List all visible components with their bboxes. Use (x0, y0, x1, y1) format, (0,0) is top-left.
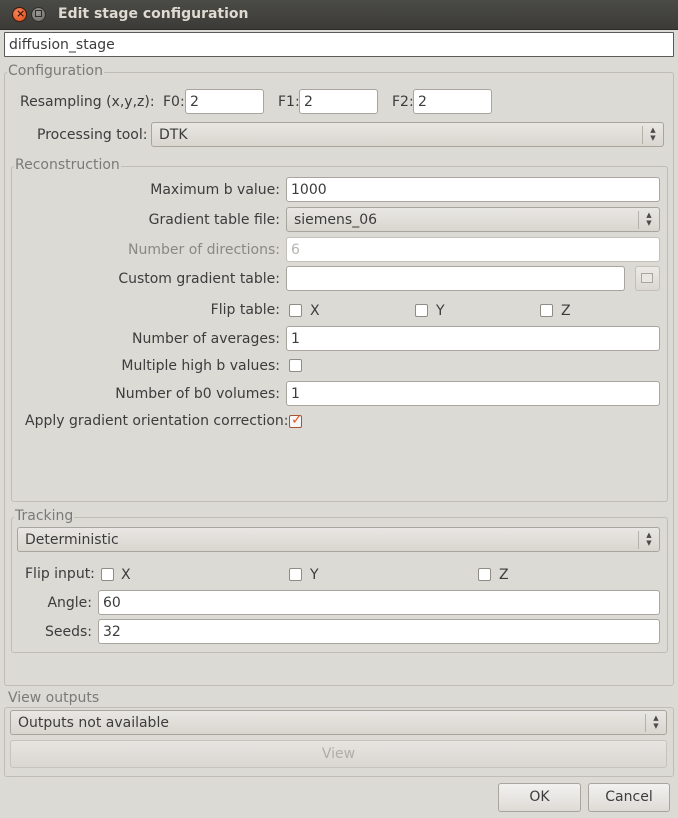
custom-gradient-input[interactable] (286, 266, 625, 291)
maximize-icon (35, 10, 42, 17)
num-directions-input: 6 (286, 237, 660, 262)
flip-input-z-label: Z (499, 567, 509, 583)
gradient-table-label: Gradient table file: (148, 212, 280, 228)
configuration-group-title: Configuration (7, 63, 104, 79)
f1-input[interactable]: 2 (299, 89, 378, 114)
outputs-value: Outputs not available (18, 715, 169, 731)
flip-input-x-checkbox[interactable] (101, 568, 114, 581)
multiple-high-b-label: Multiple high b values: (121, 358, 280, 374)
tracking-group-title: Tracking (14, 508, 75, 524)
flip-table-y-checkbox[interactable] (415, 304, 428, 317)
angle-input[interactable]: 60 (98, 590, 660, 615)
f0-label: F0: (163, 94, 185, 110)
flip-table-z-checkbox[interactable] (540, 304, 553, 317)
flip-input-z-checkbox[interactable] (478, 568, 491, 581)
apply-correction-checkbox[interactable]: ✓ (289, 412, 303, 428)
angle-label: Angle: (47, 595, 92, 611)
close-icon: × (16, 7, 26, 20)
title-bar: × Edit stage configuration (0, 0, 678, 30)
maximize-window-button[interactable] (31, 7, 46, 22)
gradient-table-select[interactable]: siemens_06 ▲ ▼ (286, 207, 660, 232)
num-b0-input[interactable]: 1 (286, 381, 660, 406)
updown-arrows-icon: ▲ ▼ (642, 126, 663, 144)
processing-tool-label: Processing tool: (37, 127, 148, 143)
f0-input[interactable]: 2 (185, 89, 264, 114)
num-averages-label: Number of averages: (132, 331, 280, 347)
flip-input-label: Flip input: (25, 566, 95, 582)
cancel-button[interactable]: Cancel (588, 783, 670, 812)
seeds-label: Seeds: (44, 624, 92, 640)
tracking-method-value: Deterministic (25, 532, 119, 548)
stage-name-input[interactable]: diffusion_stage (4, 32, 674, 57)
num-directions-label: Number of directions: (128, 242, 280, 258)
custom-gradient-label: Custom gradient table: (118, 271, 280, 287)
updown-arrows-icon: ▲ ▼ (638, 211, 659, 229)
flip-input-y-checkbox[interactable] (289, 568, 302, 581)
seeds-input[interactable]: 32 (98, 619, 660, 644)
updown-arrows-icon: ▲ ▼ (638, 531, 659, 549)
processing-tool-value: DTK (159, 127, 188, 143)
browse-gradient-button[interactable] (635, 266, 660, 291)
num-averages-input[interactable]: 1 (286, 326, 660, 351)
f2-input[interactable]: 2 (413, 89, 492, 114)
view-button[interactable]: View (10, 740, 667, 768)
f1-label: F1: (278, 94, 300, 110)
tracking-method-select[interactable]: Deterministic ▲ ▼ (17, 527, 660, 552)
outputs-select[interactable]: Outputs not available ▲ ▼ (10, 710, 667, 735)
flip-table-x-label: X (310, 303, 320, 319)
max-b-input[interactable]: 1000 (286, 177, 660, 202)
resampling-label: Resampling (x,y,z): (20, 94, 155, 110)
apply-correction-label: Apply gradient orientation correction: (25, 413, 289, 429)
num-b0-label: Number of b0 volumes: (115, 386, 280, 402)
reconstruction-group-title: Reconstruction (14, 157, 121, 173)
flip-table-label: Flip table: (210, 302, 280, 318)
ok-button[interactable]: OK (498, 783, 581, 812)
processing-tool-select[interactable]: DTK ▲ ▼ (151, 122, 664, 147)
window-title: Edit stage configuration (58, 6, 249, 22)
close-window-button[interactable]: × (12, 7, 27, 22)
multiple-high-b-checkbox[interactable] (289, 359, 302, 372)
flip-input-x-label: X (121, 567, 131, 583)
view-outputs-group-title: View outputs (7, 690, 101, 706)
flip-table-x-checkbox[interactable] (289, 304, 302, 317)
f2-label: F2: (392, 94, 414, 110)
flip-table-z-label: Z (561, 303, 571, 319)
checkmark-icon: ✓ (291, 412, 303, 428)
gradient-table-value: siemens_06 (294, 212, 378, 228)
updown-arrows-icon: ▲ ▼ (645, 714, 666, 732)
folder-icon (641, 273, 653, 283)
flip-table-y-label: Y (436, 303, 445, 319)
max-b-label: Maximum b value: (150, 182, 280, 198)
flip-input-y-label: Y (310, 567, 319, 583)
